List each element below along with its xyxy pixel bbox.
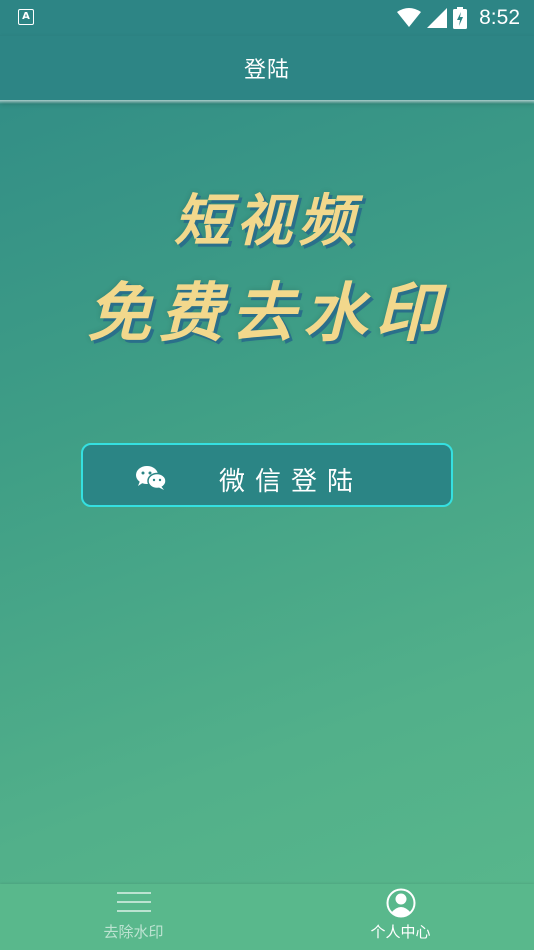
wechat-icon [136,466,167,490]
battery-icon [453,7,468,29]
notification-app-icon: A [18,9,34,25]
wechat-login-label: 微信登陆 [219,467,364,497]
headline-line-2: 免费去水印 [87,276,447,351]
nav-item-remove-watermark[interactable]: 去除水印 [0,884,267,950]
page-title: 登陆 [243,58,290,83]
wechat-login-button[interactable]: 微信登陆 [81,443,453,507]
signal-icon [427,8,448,28]
bottom-nav: 去除水印 个人中心 [0,884,534,950]
nav-item-profile[interactable]: 个人中心 [267,884,534,950]
menu-icon [116,892,151,912]
app-bar-divider [0,100,534,104]
status-time: 8:52 [479,6,520,29]
wifi-icon [397,8,422,27]
app-bar: 登陆 [0,36,534,100]
status-icons: 8:52 [397,5,520,31]
nav-label-profile: 个人中心 [370,923,431,941]
nav-label-remove-watermark: 去除水印 [103,923,164,941]
headline-line-1: 短视频 [174,188,360,254]
status-bar: A 8:52 [0,0,534,36]
user-icon [386,888,415,918]
